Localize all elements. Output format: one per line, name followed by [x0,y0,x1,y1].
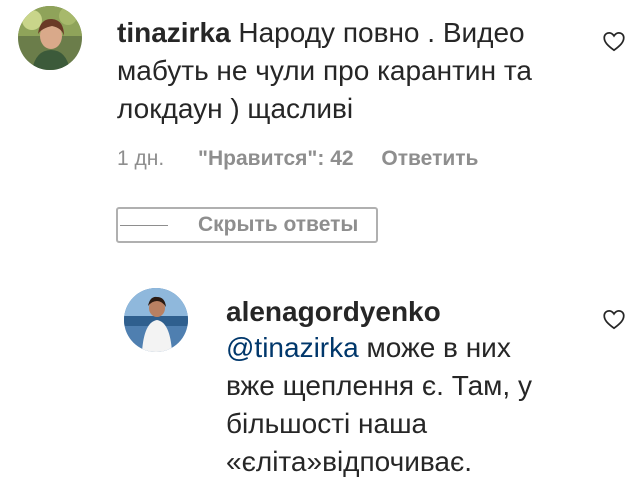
heart-outline-icon[interactable] [601,28,627,54]
heart-outline-icon[interactable] [601,306,627,332]
comment-username[interactable]: tinazirka [117,17,231,48]
reply-text: @tinazirka може в них вже щеплення є. Та… [226,329,596,481]
hide-replies-line [120,224,168,226]
avatar[interactable] [18,6,82,70]
comment-line-3: локдаун ) щасливі [117,93,354,124]
comment-line-1: Народу повно . Видео [238,17,525,48]
reply-alenagordyenko: alenagordyenko @tinazirka може в них вже… [0,280,639,489]
comment-likes[interactable]: "Нравится": 42 [198,147,354,171]
comment-meta: 1 дн. "Нравится": 42 Ответить [117,147,478,171]
reply-username[interactable]: alenagordyenko [226,296,441,327]
reply-line-4: «єліта»відпочиває. [226,446,473,477]
comment-line-2: мабуть не чули про карантин та [117,55,532,86]
hide-replies-label: Скрыть ответы [198,213,359,236]
reply-button[interactable]: Ответить [381,147,478,171]
comment-text: tinazirka Народу повно . Видео мабуть не… [117,14,587,128]
reply-line-3: більшості наша [226,408,428,439]
reply-header: alenagordyenko [226,293,441,331]
comment-tinazirka: tinazirka Народу повно . Видео мабуть не… [0,0,639,200]
reply-line-1: може в них [358,332,511,363]
hide-replies-button[interactable]: Скрыть ответы [116,207,378,243]
reply-avatar[interactable] [124,288,188,352]
reply-mention[interactable]: @tinazirka [226,332,359,363]
comment-time: 1 дн. [117,147,165,170]
reply-line-2: вже щеплення є. Там, у [226,370,532,401]
